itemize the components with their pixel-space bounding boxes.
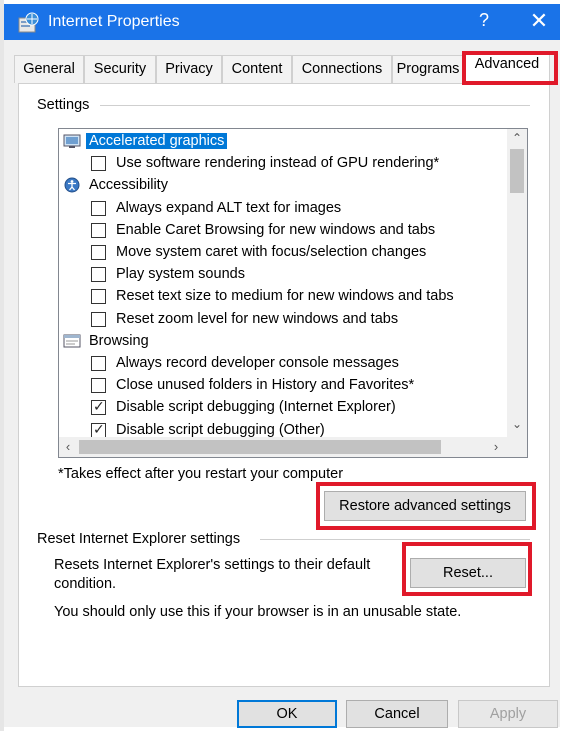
settings-category-label: Browsing — [89, 332, 149, 349]
checkbox-unchecked[interactable] — [91, 156, 106, 172]
restore-advanced-settings-button[interactable]: Restore advanced settings — [324, 491, 526, 521]
settings-option-label: Reset text size to medium for new window… — [116, 288, 454, 305]
settings-option-label: Move system caret with focus/selection c… — [116, 244, 427, 260]
checkbox-unchecked[interactable] — [91, 356, 106, 371]
vertical-scrollbar[interactable]: ⌃ ⌄ — [507, 129, 527, 437]
reset-description-line1: Resets Internet Explorer's settings to t… — [54, 557, 371, 573]
reset-button[interactable]: Reset... — [410, 558, 526, 588]
reset-group-line — [260, 539, 530, 540]
cancel-button[interactable]: Cancel — [346, 700, 448, 728]
settings-option-label: Use software rendering instead of GPU re… — [116, 155, 440, 172]
checkbox-unchecked[interactable] — [91, 200, 106, 216]
reset-warning: You should only use this if your browser… — [54, 604, 462, 620]
scroll-left-arrow-icon[interactable]: ‹ — [59, 437, 77, 457]
internet-properties-icon — [18, 12, 39, 33]
restart-note: *Takes effect after you restart your com… — [58, 466, 344, 482]
apply-button[interactable]: Apply — [458, 700, 558, 728]
close-button[interactable]: ✕ — [526, 8, 552, 34]
vertical-scroll-thumb[interactable] — [510, 149, 524, 193]
monitor-icon — [63, 134, 81, 148]
settings-option-label: Always expand ALT text for images — [116, 199, 342, 216]
help-button[interactable]: ? — [472, 10, 496, 31]
reset-description-line2: condition. — [54, 576, 117, 592]
scroll-up-arrow-icon[interactable]: ⌃ — [507, 131, 527, 149]
settings-group-label: Settings — [37, 97, 94, 113]
tab-programs[interactable]: Programs — [392, 55, 464, 83]
horizontal-scroll-thumb[interactable] — [79, 440, 441, 454]
tab-security[interactable]: Security — [84, 55, 156, 83]
title-bar: Internet Properties ? ✕ — [4, 4, 560, 40]
browser-window-icon — [63, 334, 81, 348]
checkbox-checked[interactable] — [91, 398, 106, 416]
settings-option-label: Play system sounds — [116, 266, 245, 283]
window-title: Internet Properties — [48, 13, 180, 30]
settings-category-label: Accessibility — [89, 177, 168, 194]
checkbox-unchecked[interactable] — [91, 289, 106, 305]
tab-content[interactable]: Content — [222, 55, 292, 83]
settings-option-label: Reset zoom level for new windows and tab… — [116, 310, 399, 327]
checkbox-unchecked[interactable] — [91, 267, 106, 283]
tab-privacy[interactable]: Privacy — [156, 55, 222, 83]
settings-listbox[interactable]: Accelerated graphics Use software renderi… — [58, 128, 528, 458]
tab-general[interactable]: General — [14, 55, 84, 83]
checkbox-unchecked[interactable] — [91, 311, 106, 327]
accessibility-icon — [64, 177, 80, 193]
reset-group-label: Reset Internet Explorer settings — [37, 531, 245, 547]
tab-connections[interactable]: Connections — [292, 55, 392, 83]
scroll-right-arrow-icon[interactable]: › — [487, 437, 505, 457]
horizontal-scrollbar[interactable]: ‹ › — [59, 437, 527, 457]
checkbox-unchecked[interactable] — [91, 245, 106, 260]
settings-option-label: Enable Caret Browsing for new windows an… — [116, 221, 436, 238]
checkbox-checked[interactable] — [91, 421, 106, 438]
ok-button[interactable]: OK — [237, 700, 337, 728]
settings-option-label: Disable script debugging (Internet Explo… — [116, 399, 396, 416]
tab-advanced[interactable]: Advanced — [464, 51, 550, 83]
settings-option-label: Close unused folders in History and Favo… — [116, 377, 415, 394]
settings-option-label: Disable script debugging (Other) — [116, 421, 325, 438]
settings-group-line — [100, 105, 530, 106]
checkbox-unchecked[interactable] — [91, 378, 106, 394]
scroll-down-arrow-icon[interactable]: ⌄ — [507, 417, 527, 435]
settings-category-label: Accelerated graphics — [86, 133, 228, 149]
checkbox-unchecked[interactable] — [91, 222, 106, 238]
settings-option-label: Always record developer console messages — [116, 355, 399, 371]
